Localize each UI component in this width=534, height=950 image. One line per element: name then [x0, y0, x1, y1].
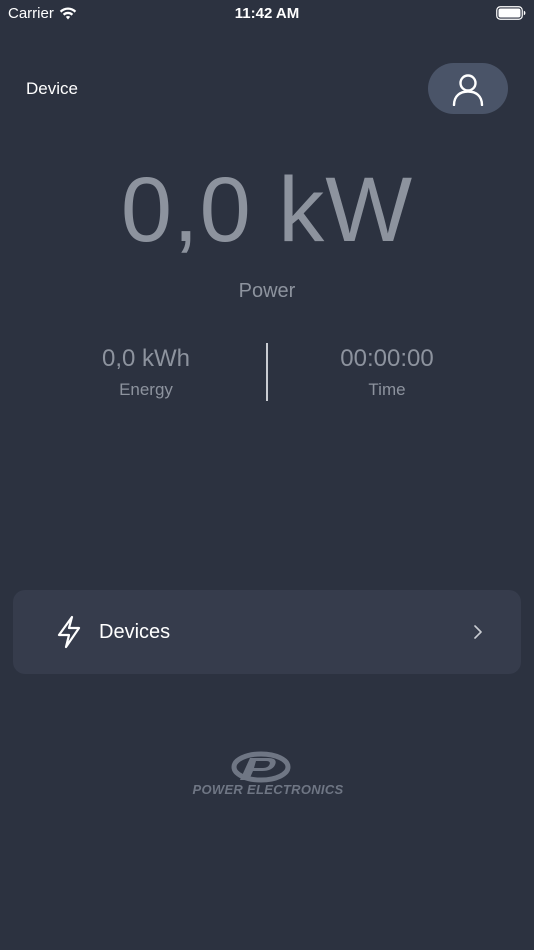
power-electronics-logo: POWER ELECTRONICS: [178, 750, 358, 802]
profile-button[interactable]: [428, 63, 508, 114]
energy-metric: 0,0 kWh Energy: [46, 344, 246, 400]
power-value: 0,0 kW: [120, 159, 414, 261]
page-title: Device: [26, 79, 78, 98]
brand-name: POWER ELECTRONICS: [192, 782, 344, 797]
devices-button[interactable]: Devices: [13, 590, 521, 674]
chevron-right-icon: [474, 625, 482, 639]
logo-mark: [231, 751, 291, 783]
status-time: 11:42 AM: [234, 5, 300, 22]
battery-icon: [496, 6, 526, 20]
devices-label: Devices: [99, 620, 171, 643]
status-bar: Carrier 11:42 AM: [0, 0, 534, 28]
time-label: Time: [368, 380, 406, 399]
energy-label: Energy: [119, 380, 173, 399]
time-metric: 00:00:00 Time: [287, 344, 487, 400]
lightning-bolt-icon: [55, 615, 83, 649]
time-value: 00:00:00: [340, 345, 434, 372]
metric-divider: [266, 343, 268, 401]
power-label: Power: [238, 280, 296, 302]
user-icon: [452, 73, 484, 106]
energy-value: 0,0 kWh: [101, 345, 191, 372]
